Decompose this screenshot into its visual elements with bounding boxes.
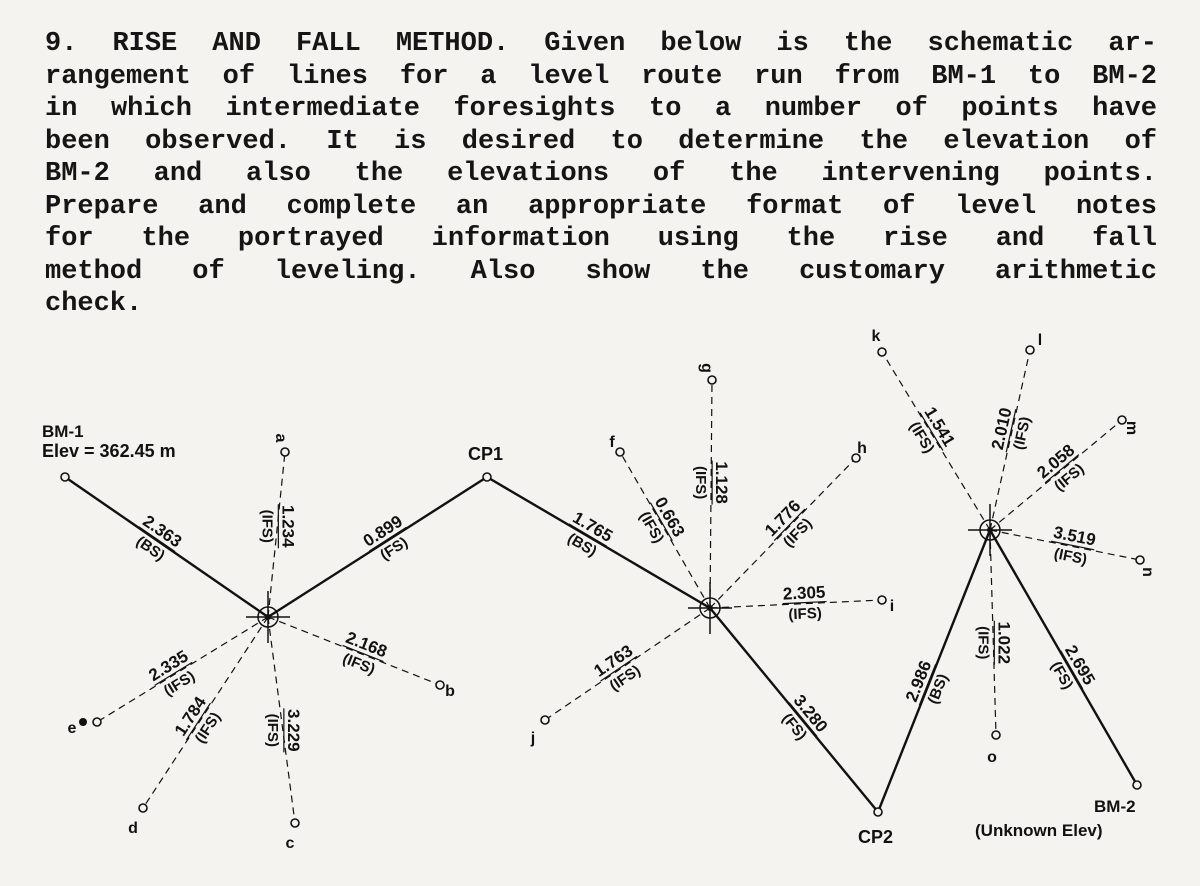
- instrument-setup-icon: [968, 504, 1012, 556]
- reading-value: 1.022: [994, 621, 1013, 664]
- point-marker: [92, 717, 102, 727]
- reading-label: 2.058(IFS): [1033, 441, 1087, 495]
- point-marker: [873, 807, 883, 817]
- point-marker: [877, 595, 887, 605]
- point-letter: l: [1038, 332, 1042, 349]
- reading-label: 0.663(IFS): [636, 494, 689, 546]
- shot-type: (IFS): [692, 466, 709, 499]
- point-letter: k: [872, 328, 881, 345]
- cp1-label: CP1: [468, 444, 503, 464]
- reading-label: 1.765(BS): [564, 508, 615, 560]
- shot-type: (IFS): [258, 510, 275, 543]
- point-marker: [1025, 345, 1035, 355]
- point-marker: [138, 803, 148, 813]
- point-marker: [1135, 555, 1145, 565]
- cp2-label: CP2: [858, 827, 893, 847]
- point-letter: o: [987, 749, 997, 766]
- reading-label: 1.784(IFS): [171, 693, 224, 747]
- point-letter: f: [609, 434, 615, 451]
- level-route-diagram: 2.363(BS)1.234(IFS) 0.899(FS)2.168(IFS)3.…: [42, 328, 1156, 852]
- sight-line: [486, 475, 711, 610]
- reading-value: 2.305: [782, 583, 825, 604]
- point-letter: h: [857, 440, 867, 457]
- shot-type: (IFS): [974, 626, 991, 659]
- svg-text:CP1: CP1: [468, 444, 503, 464]
- point-letter: g: [698, 363, 715, 373]
- shot-type: (IFS): [264, 714, 281, 747]
- bm2-label: BM-2: [1094, 797, 1136, 816]
- point-letter: b: [445, 683, 455, 700]
- reading-label: 2.986(BS): [902, 658, 952, 706]
- point-letter: n: [1139, 567, 1156, 577]
- shot-type: (IFS): [788, 605, 822, 624]
- intermediate-sight-line: [96, 616, 269, 723]
- reading-label: 1.128(IFS): [692, 460, 731, 505]
- point-marker: [707, 375, 717, 385]
- reading-label: 3.229(IFS): [264, 708, 303, 753]
- point-letter: i: [890, 598, 894, 615]
- point-marker: [615, 447, 625, 457]
- bm1-label: BM-1: [42, 422, 84, 441]
- reading-value: 1.234: [278, 505, 297, 548]
- point-dot: [79, 718, 87, 726]
- point-marker: [1132, 780, 1142, 790]
- reading-label: 0.899(FS): [360, 512, 411, 564]
- reading-label: 2.010(IFS): [988, 406, 1034, 453]
- reading-label: 2.695(FS): [1047, 642, 1099, 693]
- point-letter: a: [272, 434, 289, 443]
- bm2-note: (Unknown Elev): [975, 821, 1103, 840]
- point-marker: [991, 730, 1001, 740]
- point-marker: [435, 680, 445, 690]
- point-letter: j: [530, 730, 535, 747]
- point-marker: [280, 447, 290, 457]
- svg-text:CP2: CP2: [858, 827, 893, 847]
- sight-line: [267, 475, 488, 619]
- reading-label: 1.022(IFS): [974, 620, 1013, 665]
- reading-label: 2.168(IFS): [340, 628, 390, 678]
- point-letter: e: [68, 720, 77, 737]
- point-marker: [60, 472, 70, 482]
- reading-label: 1.541(IFS): [906, 404, 959, 457]
- point-marker: [482, 472, 492, 482]
- point-letter: m: [1123, 421, 1140, 435]
- bm1-elevation: Elev = 362.45 m: [42, 441, 176, 461]
- sight-line: [64, 476, 269, 618]
- point-marker: [290, 818, 300, 828]
- instrument-setup-icon: [246, 591, 290, 643]
- point-marker: [540, 715, 550, 725]
- intermediate-sight-line: [881, 351, 991, 531]
- shot-type: (IFS): [1052, 545, 1088, 568]
- reading-value: 3.229: [284, 709, 303, 752]
- reading-value: 1.128: [712, 461, 731, 504]
- sight-lines: [64, 349, 1141, 824]
- point-letter: d: [128, 820, 138, 837]
- intermediate-sight-line: [142, 616, 269, 809]
- reading-label: 3.280(FS): [778, 691, 831, 743]
- reading-label: 1.234(IFS): [258, 504, 297, 549]
- point-letter: c: [286, 835, 295, 852]
- point-marker: [877, 347, 887, 357]
- sight-line: [876, 529, 992, 813]
- reading-label: 2.363(BS): [133, 511, 185, 564]
- sight-line: [709, 607, 879, 813]
- reading-label: 1.763(IFS): [590, 641, 643, 695]
- intermediate-sight-line: [544, 607, 711, 721]
- reading-labels: 2.363(BS)1.234(IFS) 0.899(FS)2.168(IFS)3.…: [133, 404, 1099, 753]
- reading-label: 3.519(IFS): [1051, 523, 1097, 568]
- intermediate-sight-line: [267, 616, 441, 686]
